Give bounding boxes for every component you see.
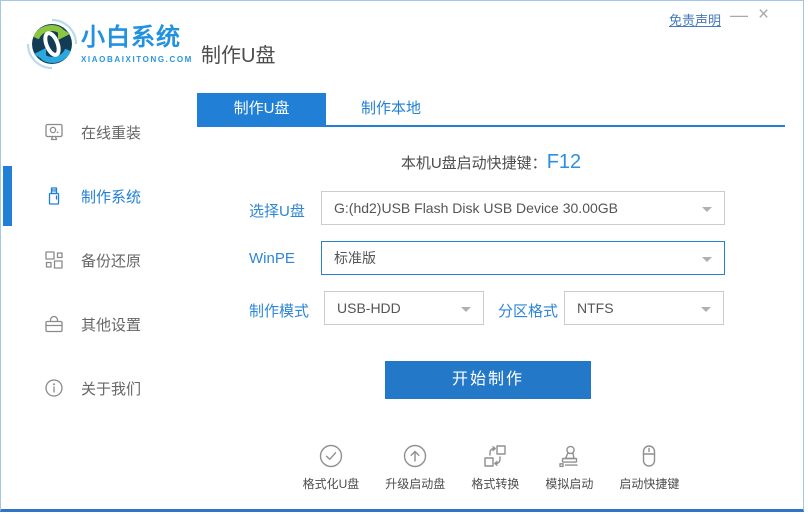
sidebar-item-other-settings[interactable]: 其他设置 [1,304,197,344]
check-circle-icon [319,444,343,468]
boot-hotkey-label: 本机U盘启动快捷键： [400,155,547,172]
page-title: 制作U盘 [201,45,276,67]
toolbox-icon [45,315,63,333]
tool-upgrade-boot-disk[interactable]: 升级启动盘 [385,443,445,492]
app-logo-icon [26,18,78,70]
sidebar-item-online-reinstall[interactable]: 在线重装 [1,112,197,152]
tool-label: 格式转换 [471,477,520,491]
app-domain: XIAOBAIXITONG.COM [81,55,193,64]
tab-make-local[interactable]: 制作本地 [326,93,456,125]
tab-make-usb[interactable]: 制作U盘 [197,93,326,125]
format-convert-icon [484,445,507,467]
info-icon [45,379,63,397]
tool-label: 升级启动盘 [385,477,446,491]
mode-select-value: USB-HDD [337,300,401,316]
partition-select-value: NTFS [577,300,614,316]
mode-select[interactable]: USB-HDD [324,291,484,325]
chevron-down-icon [702,257,712,262]
sidebar-item-backup-restore[interactable]: 备份还原 [1,240,197,280]
usb-select-value: G:(hd2)USB Flash Disk USB Device 30.00GB [334,200,618,216]
chevron-down-icon [701,307,711,312]
tab-underline [197,125,785,127]
sidebar-item-label: 在线重装 [81,125,142,142]
usb-select[interactable]: G:(hd2)USB Flash Disk USB Device 30.00GB [321,191,725,225]
tool-label: 模拟启动 [545,477,594,491]
disclaimer-link[interactable]: 免责声明 [669,10,721,29]
sidebar-item-make-system[interactable]: 制作系统 [1,166,197,226]
partition-select-label: 分区格式 [498,303,559,320]
tool-format-convert[interactable]: 格式转换 [471,443,519,492]
sidebar-item-label: 制作系统 [81,189,142,206]
winpe-select[interactable]: 标准版 [321,241,725,275]
winpe-select-label: WinPE [249,250,295,267]
mouse-icon [643,445,656,467]
sidebar-item-about-us[interactable]: 关于我们 [1,368,197,408]
start-make-button[interactable]: 开始制作 [385,361,591,399]
tool-boot-hotkey[interactable]: 启动快捷键 [619,443,679,492]
minimize-button[interactable]: — [730,5,748,25]
close-button[interactable]: × [758,5,769,25]
usb-drive-icon [48,187,60,205]
chevron-down-icon [702,207,712,212]
tool-label: 格式化U盘 [302,477,360,491]
mode-select-label: 制作模式 [249,303,310,320]
backup-restore-icon [45,251,63,269]
partition-select[interactable]: NTFS [564,291,724,325]
app-name: 小白系统 [81,24,181,51]
app-logo-text: 小白系统 XIAOBAIXITONG.COM [81,24,193,65]
upload-circle-icon [404,444,427,468]
sidebar-item-label: 备份还原 [81,253,142,270]
monitor-icon [45,123,63,141]
chevron-down-icon [461,307,471,312]
tool-label: 启动快捷键 [619,477,680,491]
tool-format-usb[interactable]: 格式化U盘 [302,443,360,492]
footer-toolbar: 格式化U盘 升级启动盘 格式转换 模拟启动 启动快捷键 [197,443,785,492]
boot-hotkey-value: F12 [546,151,582,173]
boot-hotkey-line: 本机U盘启动快捷键：F12 [197,151,785,174]
tool-simulate-boot[interactable]: 模拟启动 [545,443,593,492]
sidebar-item-label: 其他设置 [81,317,142,334]
winpe-select-value: 标准版 [334,250,376,266]
app-window: 小白系统 XIAOBAIXITONG.COM 制作U盘 免责声明 — × 在线重… [0,0,804,512]
usb-select-label: 选择U盘 [249,203,305,220]
sidebar-item-label: 关于我们 [81,381,142,398]
stamp-icon [559,445,579,468]
